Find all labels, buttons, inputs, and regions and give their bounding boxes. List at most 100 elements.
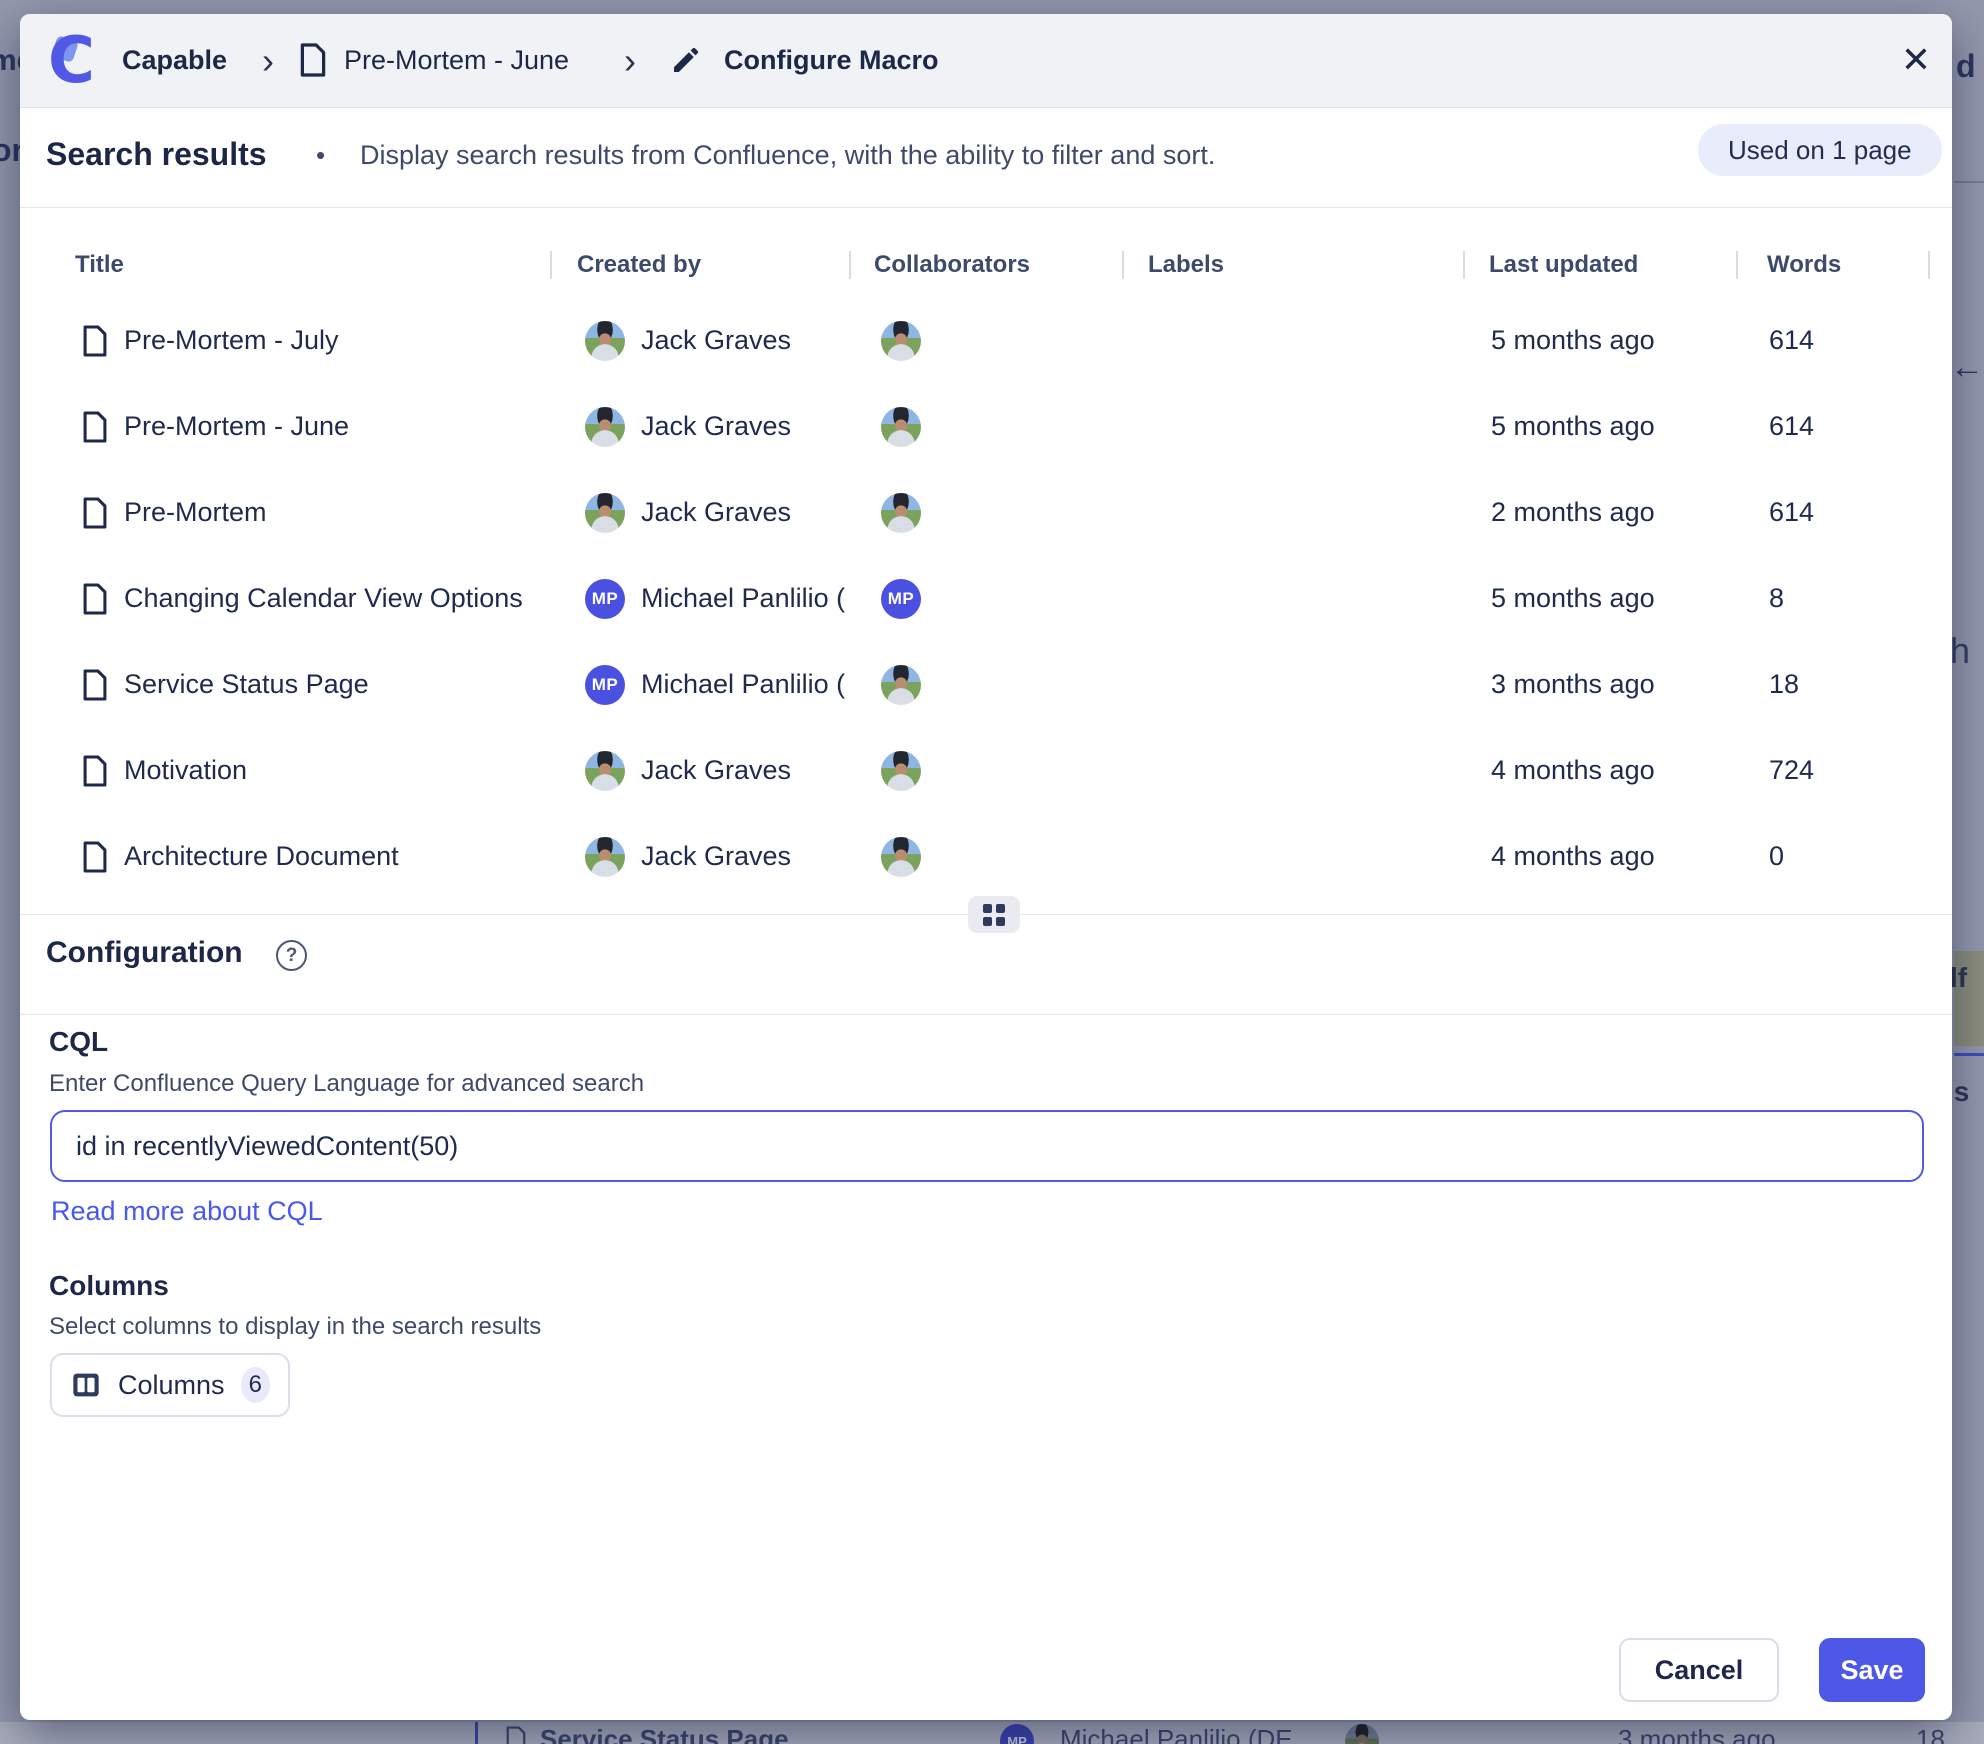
row-words: 614 <box>1769 411 1814 442</box>
column-divider <box>1928 251 1930 279</box>
document-icon <box>81 668 109 702</box>
collaborator-avatar <box>881 665 921 705</box>
avatar <box>1345 1724 1379 1744</box>
results-table-header: Title Created by Collaborators Labels La… <box>20 251 1952 281</box>
document-icon <box>81 410 109 444</box>
bullet-separator: • <box>316 140 325 171</box>
column-divider <box>550 251 552 279</box>
columns-button-label: Columns <box>118 1370 225 1401</box>
document-icon <box>505 1726 527 1744</box>
help-icon[interactable]: ? <box>276 940 307 971</box>
row-words: 724 <box>1769 755 1814 786</box>
column-divider <box>849 251 851 279</box>
section-divider <box>20 1014 1952 1015</box>
row-title[interactable]: Motivation <box>124 755 247 786</box>
backdrop-arrow-fragment: ← <box>1950 348 1984 387</box>
column-header-collaborators[interactable]: Collaborators <box>874 251 1030 279</box>
document-icon <box>81 324 109 358</box>
drag-dots-icon <box>983 904 1005 926</box>
row-title[interactable]: Pre-Mortem - June <box>124 411 349 442</box>
creator-avatar: MP <box>585 579 625 619</box>
creator-avatar <box>585 493 625 533</box>
row-creator: Jack Graves <box>641 841 791 872</box>
cancel-button[interactable]: Cancel <box>1619 1638 1779 1702</box>
breadcrumb-action: Configure Macro <box>724 45 939 76</box>
columns-count-badge: 6 <box>241 1367 270 1403</box>
row-creator: Jack Graves <box>641 325 791 356</box>
creator-avatar <box>585 321 625 361</box>
cql-helper-text: Enter Confluence Query Language for adva… <box>49 1070 644 1098</box>
creator-avatar <box>585 751 625 791</box>
collaborator-avatar <box>881 751 921 791</box>
chevron-right-icon: › <box>624 40 636 82</box>
row-title[interactable]: Changing Calendar View Options <box>124 583 523 614</box>
row-creator: Michael Panlilio ( <box>641 583 845 614</box>
collaborator-avatar <box>881 407 921 447</box>
dialog-header-bar: C Capable › Pre-Mortem - June › Configur… <box>20 14 1952 108</box>
configure-macro-dialog: C Capable › Pre-Mortem - June › Configur… <box>20 14 1952 1720</box>
column-header-words[interactable]: Words <box>1767 251 1841 279</box>
column-header-title[interactable]: Title <box>75 251 124 279</box>
backdrop-bottom-strip: Service Status Page MP Michael Panlilio … <box>0 1722 1984 1744</box>
backdrop-text-fragment: d <box>1956 48 1976 85</box>
table-row[interactable]: Service Status Page MP Michael Panlilio … <box>20 663 1952 707</box>
pencil-icon <box>670 44 702 76</box>
row-last-updated: 5 months ago <box>1491 583 1655 614</box>
row-creator: Jack Graves <box>641 497 791 528</box>
close-icon[interactable]: ✕ <box>1894 38 1938 82</box>
document-icon <box>81 840 109 874</box>
backdrop-text-fragment: lf <box>1950 962 1967 994</box>
column-divider <box>1463 251 1465 279</box>
capable-logo-icon: C <box>48 30 108 92</box>
row-last-updated: 4 months ago <box>1491 755 1655 786</box>
collaborator-avatar <box>881 837 921 877</box>
creator-avatar: MP <box>585 665 625 705</box>
column-header-last-updated[interactable]: Last updated <box>1489 251 1638 279</box>
columns-icon <box>70 1369 102 1401</box>
column-header-created-by[interactable]: Created by <box>577 251 701 279</box>
collaborator-avatar <box>881 493 921 533</box>
row-title[interactable]: Architecture Document <box>124 841 399 872</box>
configuration-heading: Configuration <box>46 936 243 970</box>
cql-docs-link[interactable]: Read more about CQL <box>51 1196 323 1227</box>
table-row[interactable]: Pre-Mortem - June Jack Graves 5 months a… <box>20 405 1952 449</box>
drag-handle[interactable] <box>968 896 1020 933</box>
collaborator-avatar <box>881 321 921 361</box>
breadcrumb-app[interactable]: Capable <box>122 45 227 76</box>
table-row[interactable]: Pre-Mortem Jack Graves 2 months ago 614 <box>20 491 1952 535</box>
row-last-updated: 3 months ago <box>1491 669 1655 700</box>
breadcrumb-page[interactable]: Pre-Mortem - June <box>344 45 569 76</box>
row-title[interactable]: Service Status Page <box>124 669 369 700</box>
columns-select-button[interactable]: Columns 6 <box>50 1353 290 1417</box>
table-row[interactable]: Motivation Jack Graves 4 months ago 724 <box>20 749 1952 793</box>
cql-input[interactable] <box>50 1110 1924 1182</box>
document-icon <box>81 754 109 788</box>
columns-helper-text: Select columns to display in the search … <box>49 1313 541 1341</box>
avatar: MP <box>1000 1724 1034 1744</box>
column-header-labels[interactable]: Labels <box>1148 251 1224 279</box>
macro-title: Search results <box>46 136 267 173</box>
row-creator: Jack Graves <box>641 411 791 442</box>
usage-badge: Used on 1 page <box>1698 124 1942 176</box>
row-words: 18 <box>1769 669 1799 700</box>
row-title[interactable]: Pre-Mortem - July <box>124 325 339 356</box>
table-row[interactable]: Architecture Document Jack Graves 4 mont… <box>20 835 1952 879</box>
backdrop-divider-fragment <box>1954 181 1984 183</box>
background-row-words: 18 <box>1916 1724 1945 1744</box>
creator-avatar <box>585 407 625 447</box>
table-row[interactable]: Pre-Mortem - July Jack Graves 5 months a… <box>20 319 1952 363</box>
save-button[interactable]: Save <box>1819 1638 1925 1702</box>
row-title[interactable]: Pre-Mortem <box>124 497 267 528</box>
backdrop-text-fragment: h <box>1950 630 1970 672</box>
document-icon <box>81 582 109 616</box>
column-divider <box>1736 251 1738 279</box>
background-row-title: Service Status Page <box>540 1724 789 1744</box>
row-creator: Michael Panlilio ( <box>641 669 845 700</box>
row-words: 614 <box>1769 325 1814 356</box>
backdrop-table-border <box>475 1722 478 1744</box>
screen: me or d ← h lf ls Service Status Page MP… <box>0 0 1984 1744</box>
row-creator: Jack Graves <box>641 755 791 786</box>
table-row[interactable]: Changing Calendar View Options MP Michae… <box>20 577 1952 621</box>
row-last-updated: 2 months ago <box>1491 497 1655 528</box>
macro-description: Display search results from Confluence, … <box>360 140 1215 171</box>
